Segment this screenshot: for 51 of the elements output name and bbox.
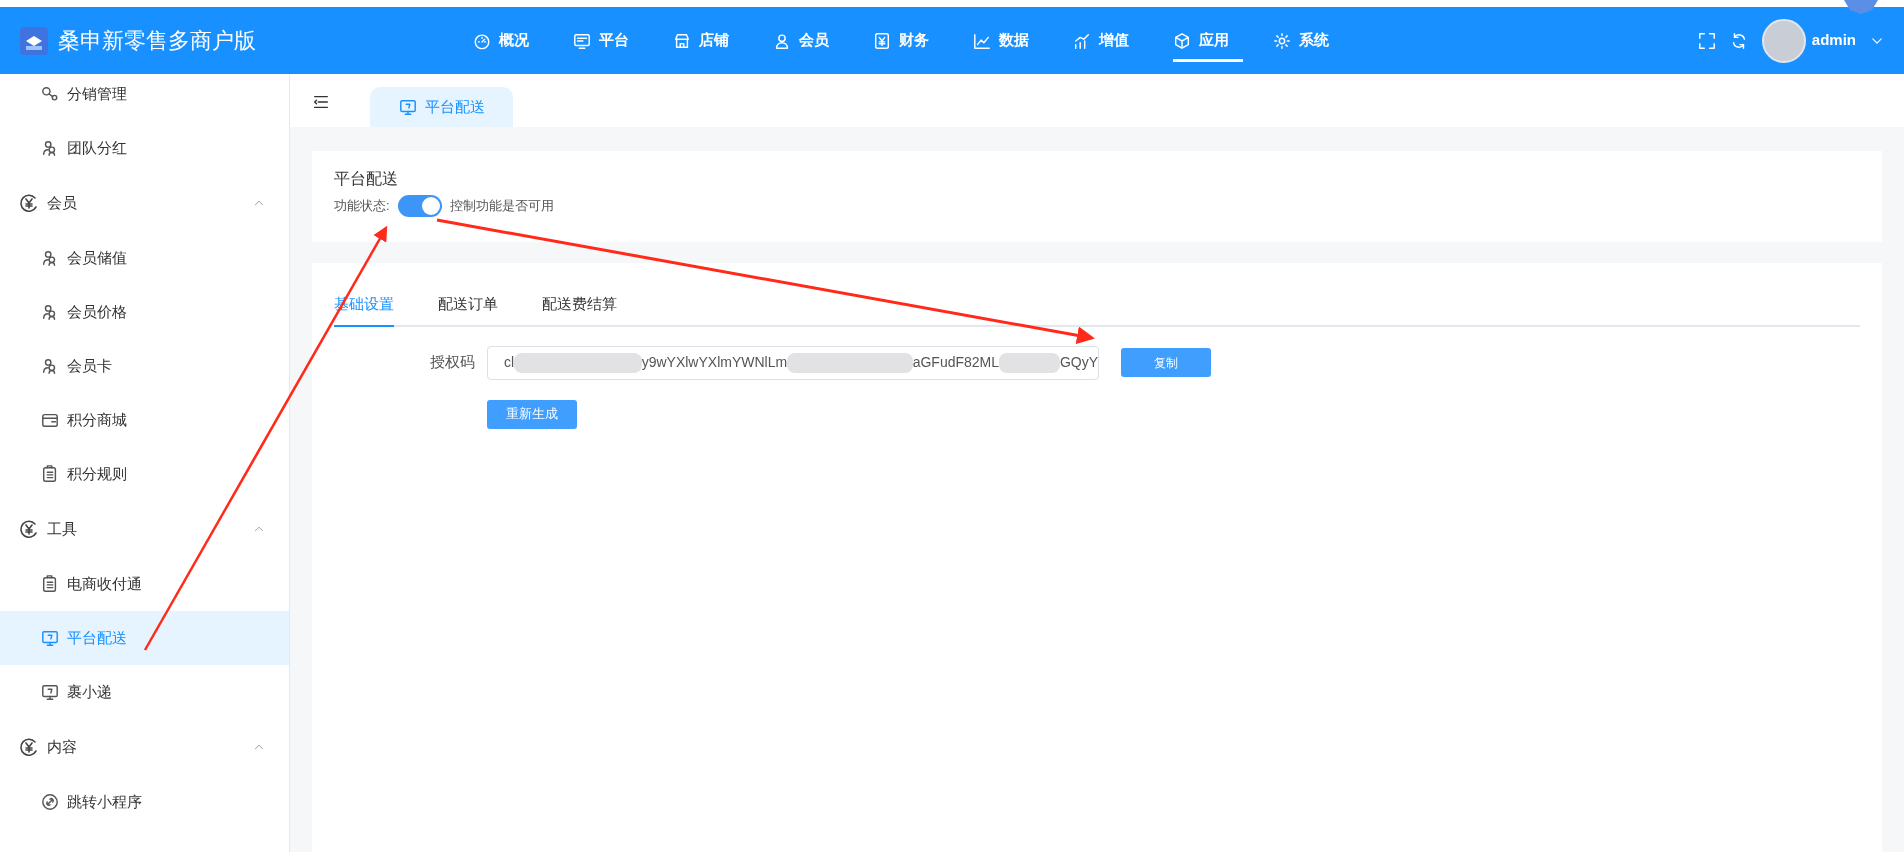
screen-icon: [573, 31, 591, 50]
field-label: 功能状态:: [334, 197, 390, 216]
menu-icon[interactable]: [312, 93, 330, 111]
sidebar-item[interactable]: 积分商城: [0, 393, 289, 447]
user-icon: [773, 31, 791, 50]
tab[interactable]: 配送费结算: [542, 293, 617, 327]
link-icon: [41, 793, 59, 811]
settings-icon: [1273, 31, 1291, 50]
card-icon: [41, 411, 59, 429]
code-text: aGFudF82ML: [912, 353, 1000, 372]
sidebar-item[interactable]: 会员储值: [0, 231, 289, 285]
sidebar-item[interactable]: 裹小递: [0, 665, 289, 719]
sidebar-item[interactable]: 跳转小程序: [0, 775, 289, 829]
sidebar-item[interactable]: 积分规则: [0, 447, 289, 501]
bar-growth-icon: [1073, 31, 1091, 50]
store-icon: [673, 31, 691, 50]
yen-icon: [873, 31, 891, 50]
sidebar-item[interactable]: 会员价格: [0, 285, 289, 339]
sidebar-group[interactable]: 会员: [0, 175, 289, 231]
sidebar-group[interactable]: 工具: [0, 501, 289, 557]
monitor-icon: [398, 98, 417, 116]
monitor-icon: [41, 683, 59, 701]
sidebar-item[interactable]: 团队分红: [0, 121, 289, 175]
line-chart-icon: [973, 31, 991, 50]
monitor-icon: [41, 629, 59, 647]
sidebar-item[interactable]: 电商收付通: [0, 557, 289, 611]
share-icon: [41, 85, 59, 103]
document-icon: [41, 465, 59, 483]
hint-text: 控制功能是否可用: [449, 197, 554, 216]
avatar[interactable]: [1761, 18, 1806, 63]
card-title: 平台配送: [334, 169, 399, 189]
fullscreen-icon[interactable]: [1697, 31, 1716, 50]
yen-circle-icon: [19, 519, 39, 539]
tab[interactable]: 配送订单: [438, 293, 498, 327]
code-text: cl: [504, 353, 515, 372]
cube-icon: [1173, 31, 1191, 50]
yen-circle-icon: [19, 737, 39, 757]
code-text: GQyY: [1059, 353, 1098, 372]
redaction-blur: [999, 352, 1060, 373]
document-icon: [41, 575, 59, 593]
field-label: 授权码: [429, 352, 476, 373]
sidebar-group[interactable]: 内容: [0, 719, 289, 775]
input-field[interactable]: cl y9wYXlwYXlmYWNlLm aGFudF82ML GQyY: [487, 345, 1099, 380]
toggle-switch[interactable]: [397, 195, 442, 217]
yen-circle-icon: [19, 193, 39, 213]
shield-icon: [1844, 0, 1878, 14]
app-title: 桑申新零售多商户版: [58, 27, 256, 55]
sidebar-item[interactable]: 分销管理: [0, 74, 289, 121]
code-text: y9wYXlwYXlmYWNlLm: [641, 353, 788, 372]
logo-icon: [20, 26, 48, 55]
sidebar-item[interactable]: 会员卡: [0, 339, 289, 393]
